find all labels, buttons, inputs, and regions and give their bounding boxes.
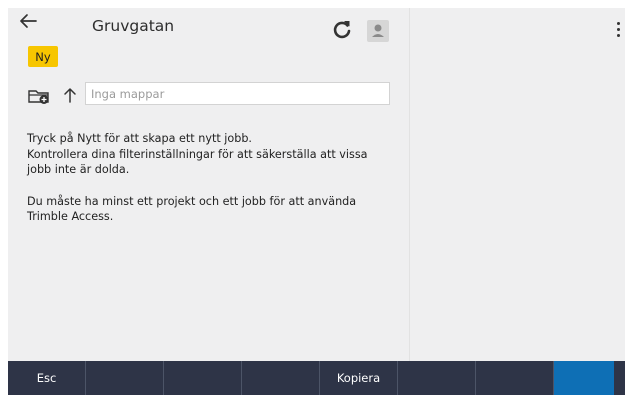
function-key-6[interactable] [398, 361, 476, 395]
arrow-up-icon[interactable] [63, 87, 77, 103]
arrow-left-icon[interactable] [18, 11, 38, 31]
refresh-icon[interactable] [332, 19, 352, 41]
function-key-4[interactable] [242, 361, 320, 395]
new-job-button[interactable]: Ny [28, 46, 58, 67]
user-avatar-icon[interactable] [367, 20, 389, 42]
filter-hint: Kontrollera dina filterinställningar för… [27, 148, 368, 176]
more-vertical-icon[interactable] [616, 22, 622, 40]
function-key-2[interactable] [86, 361, 164, 395]
esc-button[interactable]: Esc [8, 361, 86, 395]
folder-path-input[interactable] [85, 82, 390, 105]
function-key-7[interactable] [476, 361, 554, 395]
job-list-panel [8, 8, 409, 361]
accept-button[interactable] [554, 361, 614, 395]
folder-add-icon[interactable] [28, 88, 50, 104]
job-detail-panel [409, 8, 625, 361]
copy-button[interactable]: Kopiera [320, 361, 398, 395]
page-title: Gruvgatan [92, 17, 175, 35]
project-requirement-hint: Du måste ha minst ett projekt och ett jo… [27, 195, 357, 223]
create-job-hint: Tryck på Nytt för att skapa ett nytt job… [27, 132, 252, 145]
function-key-bar: Esc Kopiera [8, 361, 625, 395]
function-key-3[interactable] [164, 361, 242, 395]
